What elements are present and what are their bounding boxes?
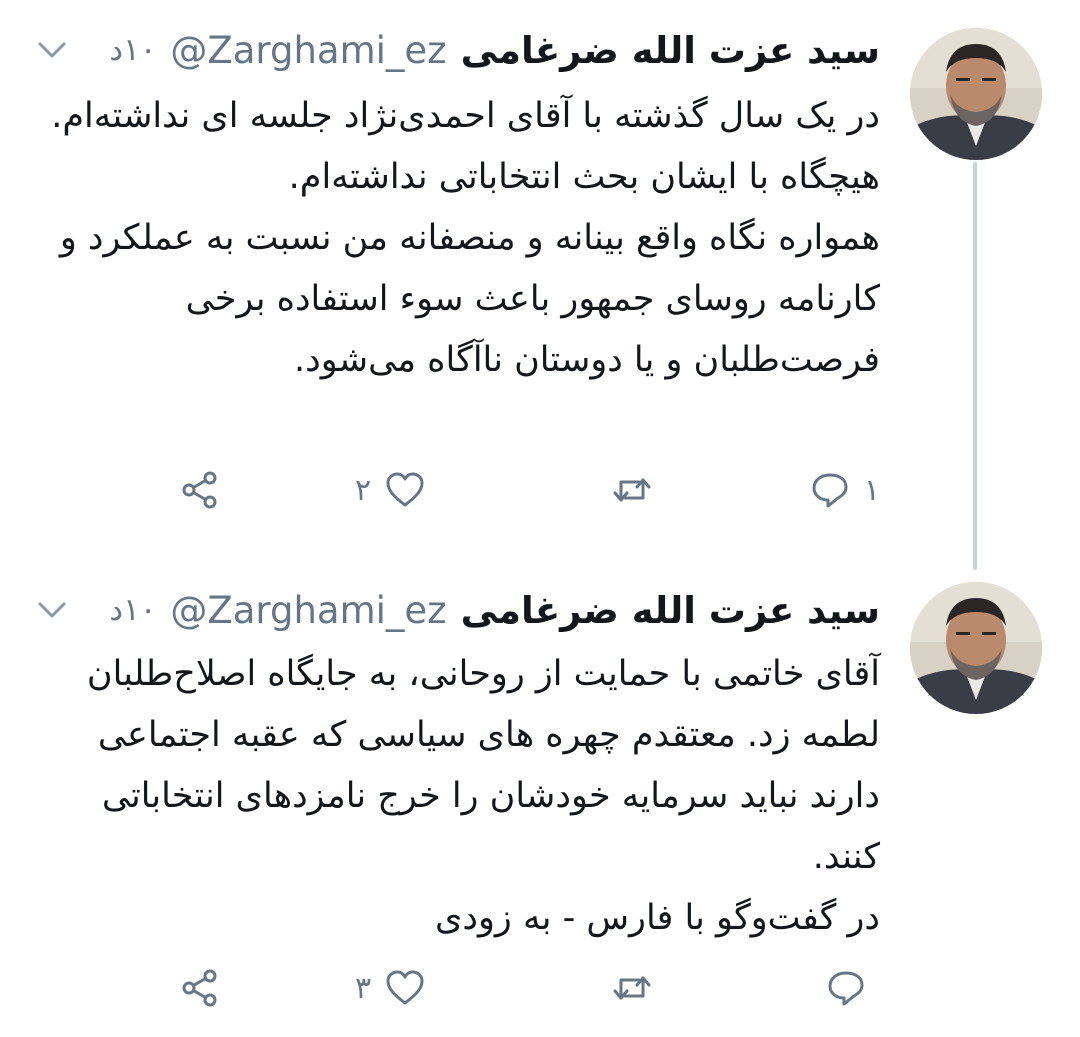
tweet-paragraph: در یک سال گذشته با آقای احمدی‌نژاد جلسه … (51, 96, 880, 136)
retweet-icon (613, 478, 651, 502)
avatar[interactable] (910, 28, 1042, 160)
tweet-header: سید عزت الله ضرغامی @Zarghami_ez ۱۰د (109, 22, 880, 78)
display-name[interactable]: سید عزت الله ضرغامی (461, 29, 880, 72)
like-button[interactable]: ۳ (355, 958, 425, 1018)
reply-button[interactable] (826, 958, 880, 1018)
tweet[interactable]: سید عزت الله ضرغامی @Zarghami_ez ۱۰د آقا… (0, 560, 1080, 1037)
tweet-text: آقای خاتمی با حمایت از روحانی، به جایگاه… (40, 644, 880, 949)
like-count: ۳ (355, 970, 372, 1006)
like-button[interactable]: ۲ (355, 460, 425, 520)
share-button[interactable] (180, 460, 220, 520)
like-count: ۲ (355, 472, 372, 508)
share-button[interactable] (180, 958, 220, 1018)
tweet-header: سید عزت الله ضرغامی @Zarghami_ez ۱۰د (109, 582, 880, 638)
reply-icon (828, 971, 864, 1006)
reply-count: ۱ (863, 472, 880, 508)
tweet-actions: ۳ (0, 958, 1080, 1018)
retweet-icon (613, 976, 651, 1000)
tweet-text: در یک سال گذشته با آقای احمدی‌نژاد جلسه … (40, 86, 880, 391)
reply-icon (812, 473, 848, 508)
profile-photo-icon (910, 28, 1042, 160)
user-handle[interactable]: @Zarghami_ez (170, 29, 446, 72)
timestamp[interactable]: ۱۰د (109, 592, 156, 628)
avatar[interactable] (910, 582, 1042, 714)
user-handle[interactable]: @Zarghami_ez (170, 589, 446, 632)
retweet-button[interactable] (612, 958, 666, 1018)
retweet-button[interactable] (612, 460, 666, 520)
timestamp[interactable]: ۱۰د (109, 32, 156, 68)
profile-photo-icon (910, 582, 1042, 714)
tweet-paragraph: همواره نگاه واقع بینانه و منصفانه من نسب… (59, 218, 880, 380)
chevron-down-icon[interactable] (34, 592, 70, 628)
heart-icon (386, 970, 424, 1005)
chevron-down-icon[interactable] (34, 32, 70, 68)
heart-icon (386, 472, 424, 507)
tweet[interactable]: سید عزت الله ضرغامی @Zarghami_ez ۱۰د در … (0, 0, 1080, 560)
display-name[interactable]: سید عزت الله ضرغامی (461, 589, 880, 632)
tweet-actions: ۱ ۲ (0, 460, 1080, 520)
reply-button[interactable]: ۱ (810, 460, 880, 520)
share-icon (182, 969, 217, 1007)
tweet-paragraph: هیچگاه با ایشان بحث انتخاباتی نداشته‌ام. (288, 157, 880, 197)
tweet-paragraph: در گفت‌وگو با فارس - به زودی (435, 898, 880, 938)
share-icon (182, 471, 217, 509)
tweet-paragraph: آقای خاتمی با حمایت از روحانی، به جایگاه… (86, 654, 880, 877)
